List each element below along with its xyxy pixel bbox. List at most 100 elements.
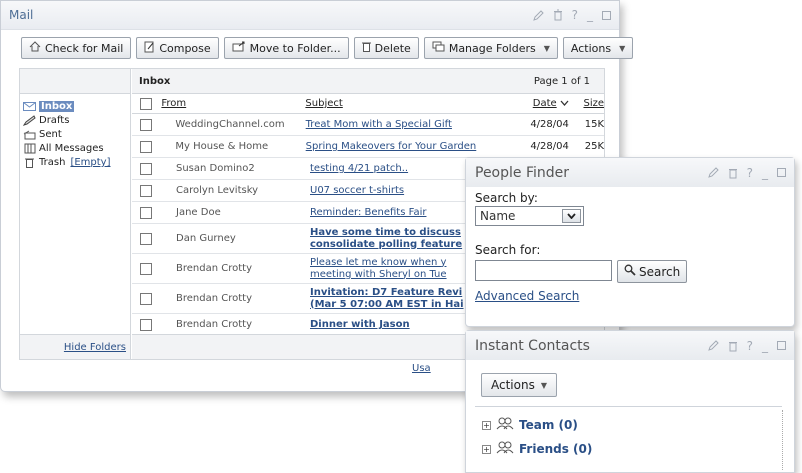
from-column-header[interactable]: From bbox=[161, 98, 186, 109]
people-finder-portlet: People Finder ? _ Search by: Name Search… bbox=[465, 157, 795, 327]
all-messages-icon bbox=[22, 143, 37, 154]
delete-icon[interactable] bbox=[728, 340, 738, 352]
search-icon bbox=[624, 264, 636, 279]
row-checkbox[interactable] bbox=[140, 232, 152, 245]
row-checkbox[interactable] bbox=[140, 118, 152, 131]
mail-toolbar: Check for Mail Compose Move to Folder...… bbox=[21, 37, 634, 59]
contact-group-friends[interactable]: + Friends (0) bbox=[482, 441, 592, 457]
row-checkbox[interactable] bbox=[140, 140, 152, 153]
move-to-folder-button[interactable]: Move to Folder... bbox=[223, 37, 349, 59]
folder-sent[interactable]: Sent bbox=[22, 128, 130, 141]
empty-trash-link[interactable]: [Empty] bbox=[70, 157, 110, 168]
inbox-header: Inbox Page 1 of 1 bbox=[132, 69, 604, 94]
message-subject-link[interactable]: Please let me know when y bbox=[310, 257, 446, 268]
compose-button[interactable]: Compose bbox=[136, 37, 219, 59]
delete-icon[interactable] bbox=[728, 167, 738, 179]
search-for-label: Search for: bbox=[475, 243, 541, 257]
expand-icon[interactable]: + bbox=[482, 420, 491, 430]
folder-list: Inbox Drafts Sent All Messages Trash [Em… bbox=[20, 94, 130, 169]
search-by-select[interactable]: Name bbox=[475, 206, 584, 226]
group-icon bbox=[496, 417, 514, 433]
move-folder-icon bbox=[232, 41, 246, 55]
message-size: 15K bbox=[584, 119, 605, 130]
maximize-icon[interactable] bbox=[777, 168, 786, 177]
select-all-checkbox[interactable] bbox=[140, 97, 152, 110]
subject-column-header[interactable]: Subject bbox=[305, 98, 342, 109]
usage-link[interactable]: Usa bbox=[412, 363, 431, 374]
row-checkbox[interactable] bbox=[140, 162, 152, 175]
compose-icon bbox=[144, 41, 155, 56]
row-checkbox[interactable] bbox=[140, 206, 152, 219]
message-subject-link[interactable]: Treat Mom with a Special Gift bbox=[306, 119, 452, 130]
row-checkbox[interactable] bbox=[140, 318, 152, 331]
minimize-icon[interactable]: _ bbox=[762, 166, 768, 180]
row-checkbox[interactable] bbox=[140, 184, 152, 197]
advanced-search-link[interactable]: Advanced Search bbox=[475, 289, 579, 303]
row-checkbox[interactable] bbox=[140, 262, 152, 275]
help-icon[interactable]: ? bbox=[747, 339, 753, 353]
message-from: Susan Domino2 bbox=[176, 163, 255, 174]
trash-icon bbox=[22, 157, 37, 168]
chevron-down-icon: ▼ bbox=[540, 380, 547, 390]
page-indicator: Page 1 of 1 bbox=[533, 75, 590, 87]
maximize-icon[interactable] bbox=[777, 341, 786, 350]
people-finder-titlebar: People Finder ? _ bbox=[466, 158, 794, 187]
table-row[interactable]: My House & Home Spring Makeovers for You… bbox=[132, 136, 604, 158]
instant-contacts-title: Instant Contacts bbox=[475, 337, 590, 354]
trash-icon bbox=[361, 41, 371, 55]
message-subject-line2[interactable]: consolidate polling feature bbox=[310, 239, 462, 250]
folder-pane: Inbox Drafts Sent All Messages Trash [Em… bbox=[20, 69, 131, 359]
check-mail-button[interactable]: Check for Mail bbox=[21, 37, 132, 59]
edit-icon[interactable] bbox=[532, 9, 544, 21]
contacts-actions-button[interactable]: Actions ▼ bbox=[481, 373, 557, 397]
contact-group-team[interactable]: + Team (0) bbox=[482, 417, 578, 433]
help-icon[interactable]: ? bbox=[747, 166, 753, 180]
chevron-down-icon: ▼ bbox=[619, 43, 626, 53]
resize-handle[interactable] bbox=[782, 410, 792, 470]
edit-icon[interactable] bbox=[707, 340, 719, 351]
edit-icon[interactable] bbox=[707, 167, 719, 178]
message-from: Brendan Crotty bbox=[176, 319, 252, 330]
minimize-icon[interactable]: _ bbox=[762, 339, 768, 353]
manage-folders-button[interactable]: Manage Folders ▼ bbox=[423, 37, 558, 59]
people-window-controls: ? _ bbox=[707, 166, 786, 180]
size-column-header[interactable]: Size bbox=[583, 98, 604, 109]
mail-actions-button[interactable]: Actions ▼ bbox=[562, 37, 634, 59]
maximize-icon[interactable] bbox=[602, 10, 611, 20]
row-checkbox[interactable] bbox=[140, 292, 152, 305]
envelope-icon bbox=[22, 101, 37, 112]
pencil-icon bbox=[22, 115, 37, 126]
message-size: 25K bbox=[584, 141, 605, 152]
search-button[interactable]: Search bbox=[617, 260, 688, 283]
people-finder-title: People Finder bbox=[475, 164, 570, 181]
message-from: My House & Home bbox=[175, 141, 269, 152]
table-row[interactable]: WeddingChannel.com Treat Mom with a Spec… bbox=[132, 114, 604, 136]
message-from: Brendan Crotty bbox=[176, 263, 252, 274]
message-subject-link[interactable]: Spring Makeovers for Your Garden bbox=[306, 141, 477, 152]
folder-trash[interactable]: Trash [Empty] bbox=[22, 156, 130, 169]
message-subject-link[interactable]: Have some time to discuss bbox=[310, 227, 461, 238]
hide-folders-link[interactable]: Hide Folders bbox=[64, 342, 126, 353]
message-subject-link[interactable]: U07 soccer t-shirts bbox=[310, 185, 404, 196]
expand-icon[interactable]: + bbox=[482, 444, 491, 454]
delete-icon[interactable] bbox=[553, 9, 563, 21]
message-subject-link[interactable]: Dinner with Jason bbox=[310, 319, 410, 330]
folder-all-messages[interactable]: All Messages bbox=[22, 142, 130, 155]
message-subject-line2[interactable]: (Mar 5 07:00 AM EST in Hai bbox=[310, 299, 464, 310]
message-subject-link[interactable]: Invitation: D7 Feature Revi bbox=[310, 287, 462, 298]
date-column-header[interactable]: Date bbox=[533, 98, 557, 109]
folder-drafts[interactable]: Drafts bbox=[22, 114, 130, 127]
message-subject-link[interactable]: Reminder: Benefits Fair bbox=[310, 207, 426, 218]
message-subject-line2[interactable]: meeting with Sheryl on Tue bbox=[310, 269, 447, 280]
minimize-icon[interactable]: _ bbox=[587, 8, 593, 22]
chevron-down-icon bbox=[562, 209, 581, 223]
divider bbox=[475, 406, 782, 407]
group-icon bbox=[496, 441, 514, 457]
message-date: 4/28/04 bbox=[530, 119, 569, 130]
search-for-input[interactable] bbox=[475, 260, 612, 281]
message-subject-link[interactable]: testing 4/21 patch.. bbox=[310, 163, 408, 174]
delete-button[interactable]: Delete bbox=[353, 37, 419, 59]
folder-inbox[interactable]: Inbox bbox=[22, 100, 130, 113]
help-icon[interactable]: ? bbox=[572, 8, 578, 22]
home-icon bbox=[29, 41, 41, 55]
